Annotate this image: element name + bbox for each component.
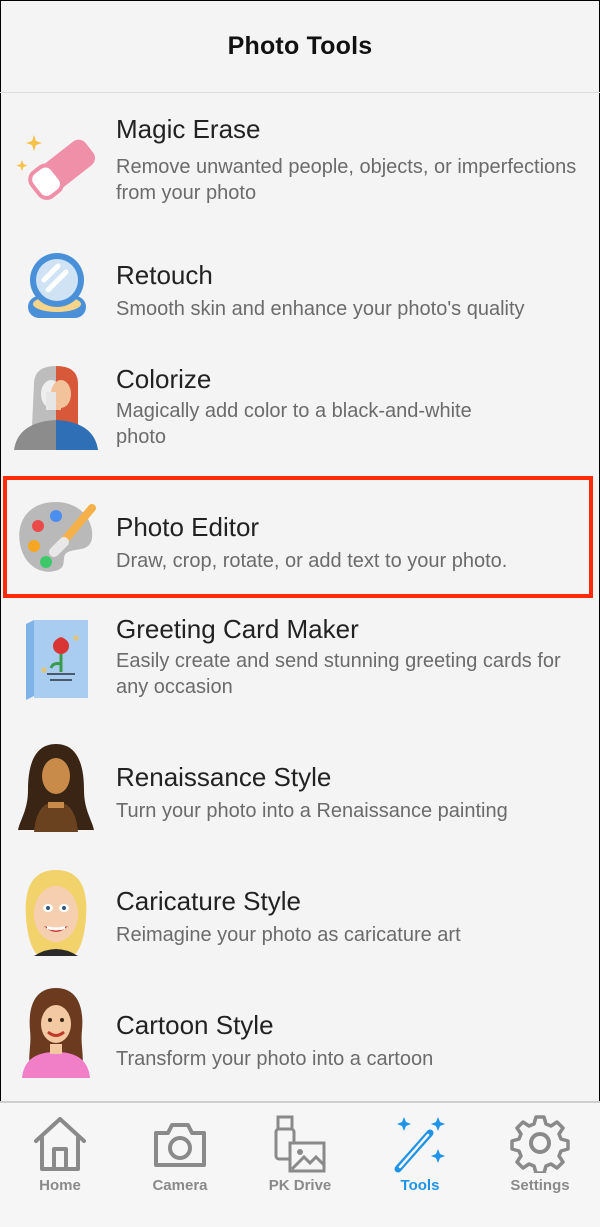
tab-settings[interactable]: Settings xyxy=(480,1103,600,1227)
tab-home[interactable]: Home xyxy=(0,1103,120,1227)
compact-mirror-icon xyxy=(28,253,86,318)
tool-description: Transform your photo into a cartoon xyxy=(116,1048,434,1070)
tool-name: Magic Erase xyxy=(116,114,261,144)
tab-bar: Home Camera PK Drive Tools Settings xyxy=(0,1101,600,1227)
tab-pk-drive[interactable]: PK Drive xyxy=(240,1103,360,1227)
tool-item-greeting-card-maker[interactable]: Greeting Card Maker Easily create and se… xyxy=(0,614,600,718)
renaissance-portrait-icon xyxy=(18,744,94,832)
tool-item-renaissance-style[interactable]: Renaissance Style Turn your photo into a… xyxy=(0,744,600,836)
tool-name: Retouch xyxy=(116,260,213,290)
eraser-icon xyxy=(16,135,96,200)
tab-label: Settings xyxy=(510,1177,570,1194)
tool-description: Turn your photo into a Renaissance paint… xyxy=(116,800,508,822)
tab-label: Tools xyxy=(400,1177,440,1194)
tool-name: Colorize xyxy=(116,364,212,394)
tool-description: Smooth skin and enhance your photo's qua… xyxy=(116,298,525,320)
tool-description: Remove unwanted people, objects, or impe… xyxy=(116,156,577,204)
tool-name: Caricature Style xyxy=(116,886,301,916)
tool-item-magic-erase[interactable]: Magic Erase Remove unwanted people, obje… xyxy=(0,114,600,218)
camera-icon xyxy=(154,1123,206,1167)
drive-icon xyxy=(274,1115,326,1173)
gear-icon xyxy=(510,1115,570,1173)
tool-item-colorize[interactable]: Colorize Magically add color to a black-… xyxy=(0,364,600,464)
tool-description: Easily create and send stunning greeting… xyxy=(116,650,561,698)
tab-label: Camera xyxy=(152,1177,208,1194)
tool-description: Reimagine your photo as caricature art xyxy=(116,924,461,946)
tab-tools[interactable]: Tools xyxy=(360,1103,480,1227)
home-icon xyxy=(34,1117,86,1171)
magic-wand-icon xyxy=(394,1117,445,1173)
tool-name: Renaissance Style xyxy=(116,762,332,792)
colorize-portrait-icon xyxy=(14,366,98,450)
tool-name: Cartoon Style xyxy=(116,1010,274,1040)
tool-name: Greeting Card Maker xyxy=(116,614,359,644)
greeting-card-icon xyxy=(26,620,88,700)
header: Photo Tools xyxy=(0,0,600,93)
tab-camera[interactable]: Camera xyxy=(120,1103,240,1227)
tool-item-cartoon-style[interactable]: Cartoon Style Transform your photo into … xyxy=(0,988,600,1084)
tab-label: Home xyxy=(39,1177,81,1194)
page-title: Photo Tools xyxy=(227,31,373,60)
tool-item-retouch[interactable]: Retouch Smooth skin and enhance your pho… xyxy=(0,250,600,334)
tool-description: Magically add color to a black-and-white… xyxy=(116,400,472,448)
selection-highlight xyxy=(3,476,593,598)
caricature-face-icon xyxy=(25,870,87,956)
cartoon-woman-icon xyxy=(22,988,90,1078)
tab-label: PK Drive xyxy=(268,1177,332,1194)
tool-item-caricature-style[interactable]: Caricature Style Reimagine your photo as… xyxy=(0,870,600,960)
